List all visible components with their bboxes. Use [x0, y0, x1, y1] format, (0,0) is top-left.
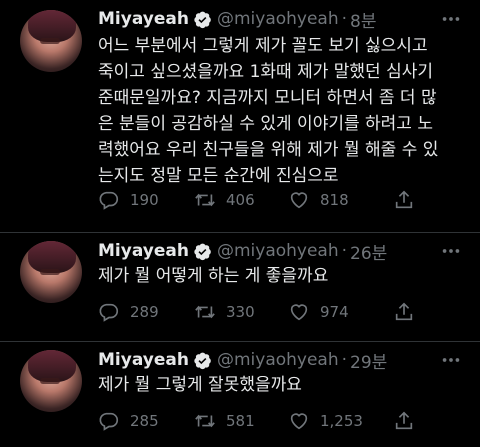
tweet-text-line: 죽이고 싶으셨을까요 1화때 제가 말했던 심사기 [98, 62, 433, 82]
reply-count: 190 [130, 191, 159, 209]
retweet-count: 330 [226, 303, 255, 321]
share-button[interactable] [393, 188, 425, 212]
like-button[interactable]: 974 [288, 300, 349, 324]
separator-dot: · [341, 9, 348, 29]
more-icon[interactable] [440, 349, 462, 371]
heart-icon [290, 192, 308, 209]
display-name[interactable]: Miyayeah [98, 241, 189, 261]
verified-badge-icon [194, 352, 211, 369]
tweet-text: 어느 부분에서 그렇게 제가 꼴도 보기 싫으시고 죽이고 싶으셨을까요 1화때… [98, 33, 468, 189]
heart-icon [290, 413, 308, 430]
share-button[interactable] [393, 300, 425, 324]
avatar[interactable] [20, 241, 82, 303]
tweet-text-line: 제가 뭘 그렇게 잘못했을까요 [98, 375, 302, 395]
more-icon[interactable] [440, 240, 462, 262]
separator-dot: · [341, 350, 348, 370]
verified-badge-icon [194, 243, 211, 260]
timestamp[interactable]: 26분 [350, 239, 387, 264]
reply-button[interactable]: 190 [98, 188, 159, 212]
retweet-button[interactable]: 330 [194, 300, 255, 324]
verified-badge-icon [194, 11, 211, 28]
retweet-icon [195, 305, 215, 319]
more-icon[interactable] [440, 8, 462, 30]
retweet-count: 581 [226, 412, 255, 430]
reply-count: 289 [130, 303, 159, 321]
reply-icon [99, 303, 119, 322]
user-handle[interactable]: @miyaohyeah [217, 350, 339, 370]
share-icon [395, 411, 413, 430]
retweet-icon [195, 193, 215, 207]
like-count: 1,253 [320, 412, 363, 430]
tweet-text-line: 은 분들이 공감하실 수 있게 이야기를 하려고 노 [98, 114, 433, 134]
reply-count: 285 [130, 412, 159, 430]
tweet-text-line: 는지도 정말 모든 순간에 진심으로 [98, 166, 339, 186]
reply-icon [99, 191, 119, 210]
share-icon [395, 190, 413, 209]
reply-button[interactable]: 289 [98, 300, 159, 324]
avatar[interactable] [20, 10, 82, 72]
tweet-actions: 289 330 974 [98, 300, 478, 324]
user-handle[interactable]: @miyaohyeah [217, 241, 339, 261]
share-button[interactable] [393, 409, 425, 433]
like-count: 818 [320, 191, 349, 209]
tweet-header: Miyayeah @miyaohyeah · 26분 [98, 239, 387, 264]
tweet-actions: 285 581 1,253 [98, 409, 478, 433]
tweet[interactable]: Miyayeah @miyaohyeah · 29분 제가 뭘 그렇게 잘못했을… [0, 342, 480, 447]
share-icon [395, 302, 413, 321]
tweet-text-line: 어느 부분에서 그렇게 제가 꼴도 보기 싫으시고 [98, 36, 428, 56]
display-name[interactable]: Miyayeah [98, 350, 189, 370]
tweet-text-line: 준때문일까요? 지금까지 모니터 하면서 좀 더 많 [98, 88, 437, 108]
like-button[interactable]: 818 [288, 188, 349, 212]
retweet-button[interactable]: 406 [194, 188, 255, 212]
tweet-header: Miyayeah @miyaohyeah · 8분 [98, 7, 377, 32]
heart-icon [290, 304, 308, 321]
like-count: 974 [320, 303, 349, 321]
reply-icon [99, 412, 119, 431]
tweet-actions: 190 406 818 [98, 188, 478, 212]
tweet-text-line: 제가 뭘 어떻게 하는 게 좋을까요 [98, 266, 329, 286]
retweet-icon [195, 414, 215, 428]
timestamp[interactable]: 8분 [350, 7, 376, 32]
user-handle[interactable]: @miyaohyeah [217, 9, 339, 29]
tweet-header: Miyayeah @miyaohyeah · 29분 [98, 348, 387, 373]
tweet-text: 제가 뭘 그렇게 잘못했을까요 [98, 372, 468, 398]
reply-button[interactable]: 285 [98, 409, 159, 433]
tweet-text-line: 력했어요 우리 친구들을 위해 제가 뭘 해줄 수 있 [98, 140, 439, 160]
retweet-count: 406 [226, 191, 255, 209]
tweet[interactable]: Miyayeah @miyaohyeah · 8분 어느 부분에서 그렇게 제가… [0, 0, 480, 232]
like-button[interactable]: 1,253 [288, 409, 363, 433]
display-name[interactable]: Miyayeah [98, 9, 189, 29]
timestamp[interactable]: 29분 [350, 348, 387, 373]
avatar[interactable] [20, 350, 82, 412]
retweet-button[interactable]: 581 [194, 409, 255, 433]
tweet-text: 제가 뭘 어떻게 하는 게 좋을까요 [98, 263, 468, 289]
tweet[interactable]: Miyayeah @miyaohyeah · 26분 제가 뭘 어떻게 하는 게… [0, 233, 480, 341]
separator-dot: · [341, 241, 348, 261]
